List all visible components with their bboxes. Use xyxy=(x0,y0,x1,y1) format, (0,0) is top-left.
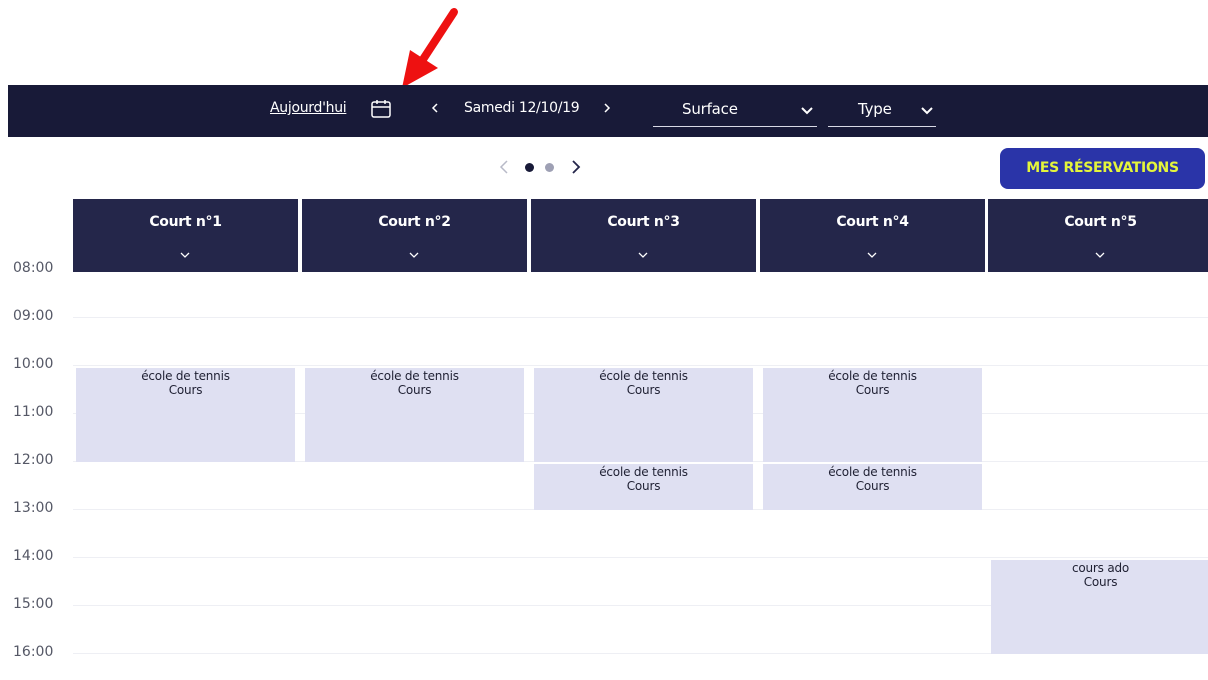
reservation-type: Cours xyxy=(855,479,890,493)
reservation-type: Cours xyxy=(626,479,661,493)
today-link[interactable]: Aujourd'hui xyxy=(270,100,347,116)
reservation-title: école de tennis xyxy=(828,369,917,383)
reservation-block[interactable]: école de tennis Cours xyxy=(534,368,753,462)
reservation-title: cours ado xyxy=(1071,561,1130,575)
chevron-down-icon xyxy=(638,252,648,258)
date-toolbar: Aujourd'hui Samedi 12/10/19 Surface Type xyxy=(8,85,1208,137)
calendar-icon[interactable] xyxy=(370,98,392,120)
pager-dot[interactable] xyxy=(545,163,554,172)
reservation-type: Cours xyxy=(855,383,890,397)
court-header-4[interactable]: Court n°4 xyxy=(760,199,985,272)
chevron-down-icon xyxy=(801,107,813,115)
time-label: 14:00 xyxy=(13,548,54,564)
reservation-title: école de tennis xyxy=(599,369,688,383)
time-label: 08:00 xyxy=(13,260,54,276)
reservation-block[interactable]: école de tennis Cours xyxy=(763,368,982,462)
court-name: Court n°3 xyxy=(607,214,680,230)
reservation-title: école de tennis xyxy=(599,465,688,479)
my-reservations-button[interactable]: MES RÉSERVATIONS xyxy=(1000,148,1205,189)
hour-gridline xyxy=(73,317,1208,318)
time-label: 10:00 xyxy=(13,356,54,372)
court-pager xyxy=(498,156,588,178)
court-header-5[interactable]: Court n°5 xyxy=(988,199,1208,272)
pager-previous-chevron-icon[interactable] xyxy=(498,158,510,176)
court-name: Court n°4 xyxy=(836,214,909,230)
court-header-3[interactable]: Court n°3 xyxy=(531,199,756,272)
court-name: Court n°5 xyxy=(1064,214,1137,230)
court-name: Court n°2 xyxy=(378,214,451,230)
pager-next-chevron-icon[interactable] xyxy=(570,158,582,176)
time-label: 12:00 xyxy=(13,452,54,468)
reservation-title: école de tennis xyxy=(370,369,459,383)
reservation-block[interactable]: cours ado Cours xyxy=(991,560,1208,654)
surface-dropdown[interactable]: Surface xyxy=(653,95,817,127)
previous-day-chevron-icon[interactable] xyxy=(428,98,442,118)
chevron-down-icon xyxy=(180,252,190,258)
chevron-down-icon xyxy=(867,252,877,258)
surface-dropdown-label: Surface xyxy=(682,100,738,118)
annotation-arrow-icon xyxy=(402,8,458,88)
pager-dot-active[interactable] xyxy=(525,163,534,172)
hour-gridline xyxy=(73,365,1208,366)
type-dropdown[interactable]: Type xyxy=(828,95,936,127)
reservation-title: école de tennis xyxy=(828,465,917,479)
chevron-down-icon xyxy=(921,107,933,115)
reservation-type: Cours xyxy=(168,383,203,397)
reservation-type: Cours xyxy=(1083,575,1118,589)
reservation-type: Cours xyxy=(626,383,661,397)
reservation-title: école de tennis xyxy=(141,369,230,383)
hour-gridline xyxy=(73,557,1208,558)
time-label: 09:00 xyxy=(13,308,54,324)
time-label: 13:00 xyxy=(13,500,54,516)
court-name: Court n°1 xyxy=(149,214,222,230)
court-header-1[interactable]: Court n°1 xyxy=(73,199,298,272)
reservation-block[interactable]: école de tennis Cours xyxy=(534,464,753,510)
booking-page: Aujourd'hui Samedi 12/10/19 Surface Type xyxy=(0,0,1208,680)
chevron-down-icon xyxy=(409,252,419,258)
time-label: 11:00 xyxy=(13,404,54,420)
reservation-block[interactable]: école de tennis Cours xyxy=(305,368,524,462)
current-date: Samedi 12/10/19 xyxy=(464,100,580,116)
time-label: 16:00 xyxy=(13,644,54,660)
next-day-chevron-icon[interactable] xyxy=(600,98,614,118)
time-label: 15:00 xyxy=(13,596,54,612)
court-header-2[interactable]: Court n°2 xyxy=(302,199,527,272)
type-dropdown-label: Type xyxy=(858,100,892,118)
reservation-type: Cours xyxy=(397,383,432,397)
reservation-block[interactable]: école de tennis Cours xyxy=(76,368,295,462)
reservation-block[interactable]: école de tennis Cours xyxy=(763,464,982,510)
chevron-down-icon xyxy=(1095,252,1105,258)
